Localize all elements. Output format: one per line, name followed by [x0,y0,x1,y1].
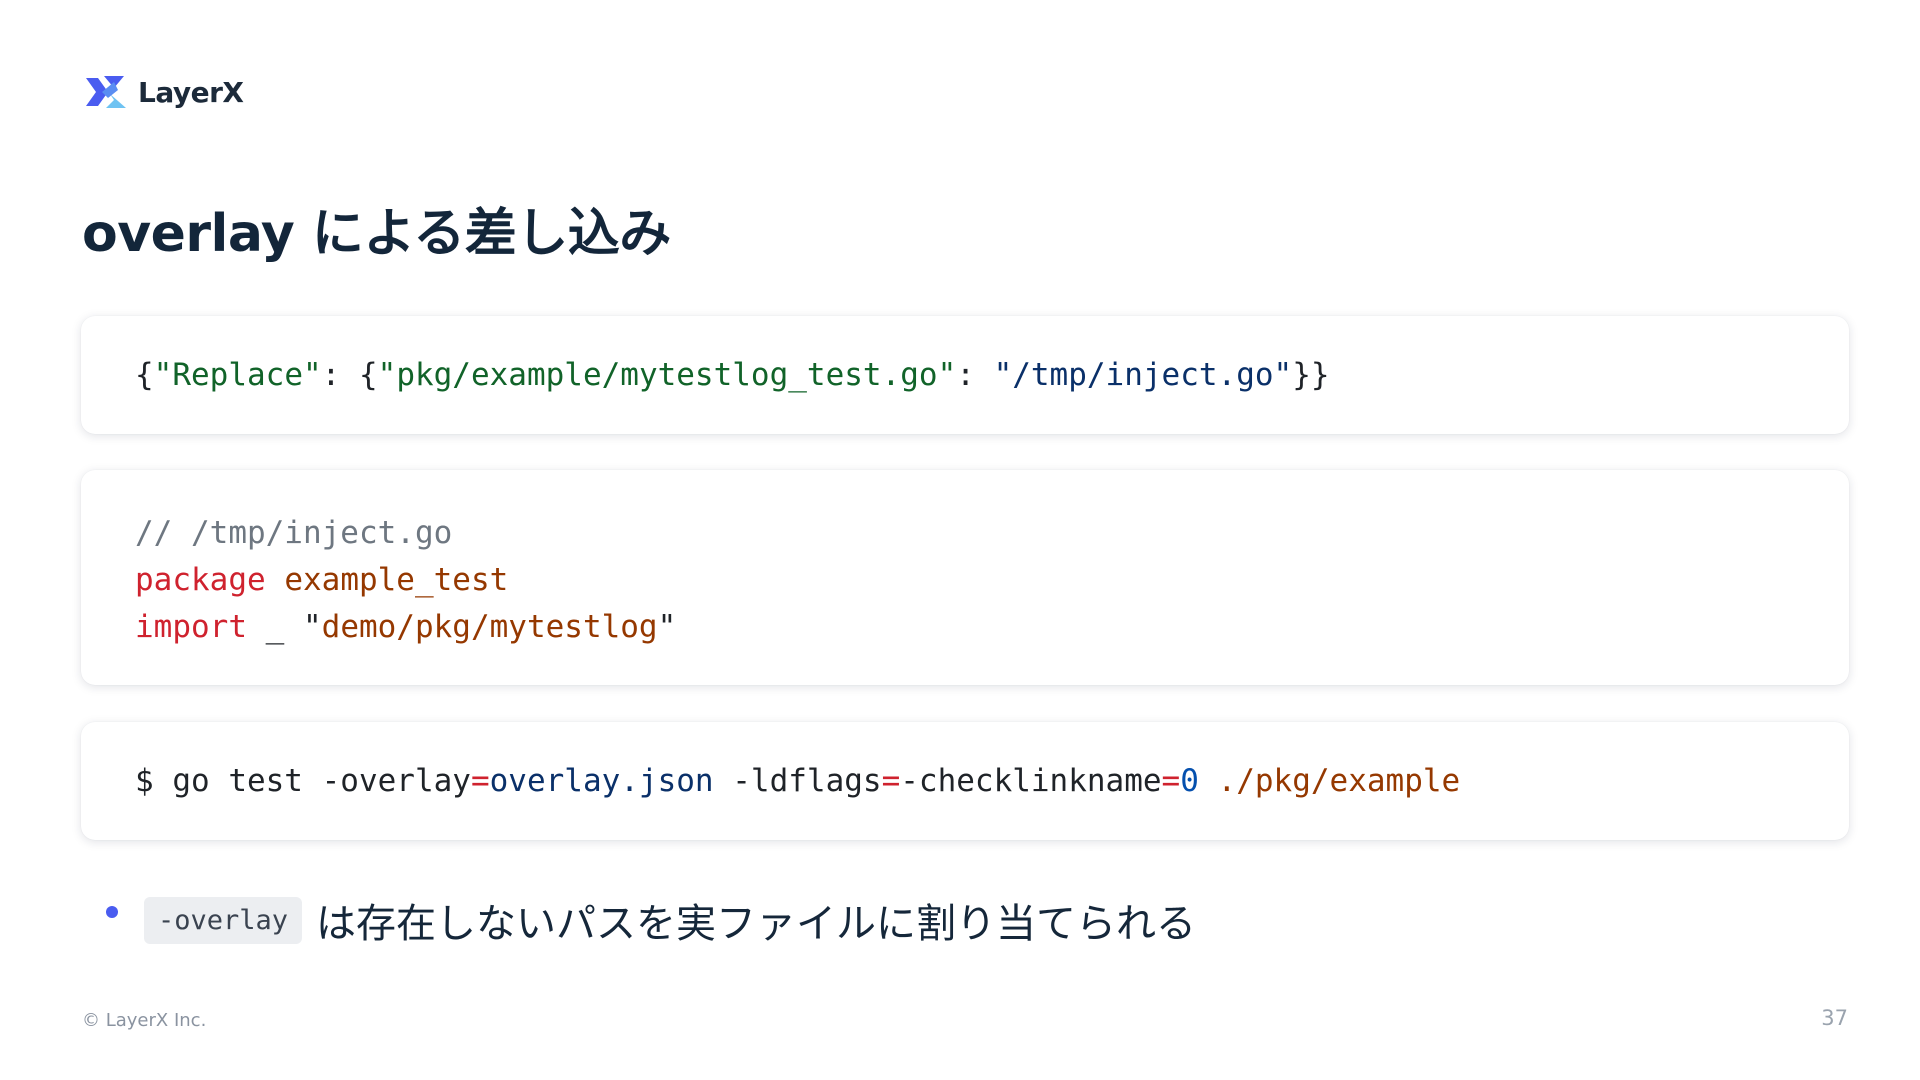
equals-sign: = [881,762,901,799]
code-line-import: import _ "demo/pkg/mytestlog" [135,604,1849,651]
code-comment: // /tmp/inject.go [135,515,453,551]
code-block-overlay-json: {"Replace": {"pkg/example/mytestlog_test… [81,316,1849,434]
keyword-import: import [135,609,247,645]
code-line-package: package example_test [135,557,1849,604]
code-punct: : { [321,356,378,393]
code-punct: : [956,356,994,393]
bullet-text: は存在しないパスを実ファイルに割り当てられる [316,901,1197,947]
overlay-value: overlay.json [489,762,714,799]
equals-sign: = [470,762,490,799]
code-line: {"Replace": {"pkg/example/mytestlog_test… [135,352,1330,399]
page-number: 37 [1821,1006,1848,1030]
bullet-item: -overlay は存在しないパスを実ファイルに割り当てられる [106,892,1196,948]
equals-sign: = [1161,762,1181,799]
code-block-inject-go: // /tmp/inject.go package example_test i… [81,470,1849,685]
footer-copyright: © LayerX Inc. [82,1010,207,1031]
ldflags-flag: -ldflags [713,762,882,799]
brand-logo: LayerX [84,70,244,114]
import-path: demo/pkg/mytestlog [321,609,658,645]
keyword-package: package [135,562,266,598]
checklinkname-flag: -checklinkname [900,762,1162,799]
code-line-comment: // /tmp/inject.go [135,510,1849,557]
code-block-command: $ go test -overlay=overlay.json -ldflags… [81,722,1849,840]
command-prefix: $ go test -overlay [135,762,471,799]
quote-open: " [302,609,322,645]
package-name: example_test [284,562,509,598]
layerx-logo-icon [84,72,128,112]
zero-value: 0 [1180,762,1199,799]
code-line-command: $ go test -overlay=overlay.json -ldflags… [135,758,1460,805]
json-value-path: "/tmp/inject.go" [993,356,1293,393]
blank-identifier: _ [246,609,303,645]
logo-text: LayerX [138,75,244,109]
json-key-replace: "Replace" [153,356,322,393]
code-punct: { [135,356,154,393]
page-title: overlay による差し込み [82,204,671,264]
bullet-dot-icon [106,906,118,918]
code-punct: }} [1292,356,1330,393]
quote-close: " [657,609,677,645]
target-package: ./pkg/example [1198,762,1461,799]
json-key-path: "pkg/example/mytestlog_test.go" [377,356,957,393]
inline-code-overlay: -overlay [144,896,303,944]
